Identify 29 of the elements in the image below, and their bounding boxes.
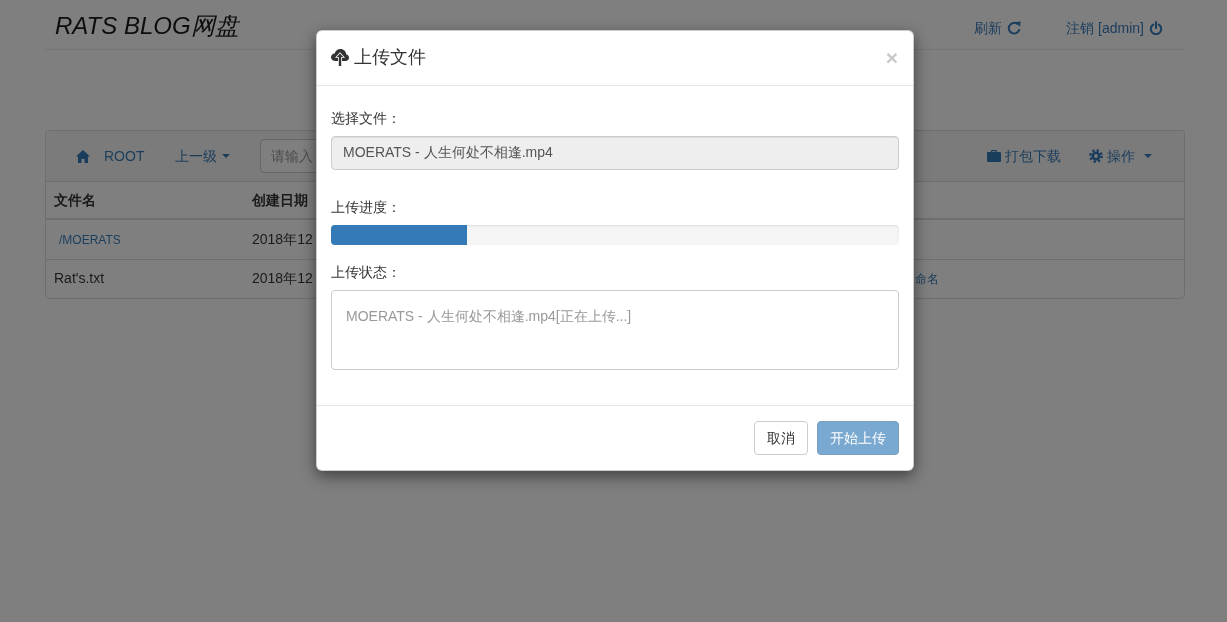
parent-folder-dropdown[interactable]: 上一级 bbox=[175, 146, 231, 166]
date-text: 2018年12 bbox=[252, 231, 313, 247]
field-label: 上传进度： bbox=[331, 198, 402, 217]
field-label: 选择文件： bbox=[331, 109, 402, 128]
cancel-button[interactable]: 取消 bbox=[754, 421, 808, 455]
folder-link[interactable]: /MOERATS bbox=[59, 233, 121, 247]
close-button[interactable]: × bbox=[885, 47, 898, 68]
column-header: 创建日期 bbox=[252, 192, 308, 208]
field-label: 上传状态： bbox=[331, 263, 402, 282]
file-name: Rat's.txt bbox=[54, 270, 105, 286]
actions-dropdown[interactable]: 操作 bbox=[1089, 146, 1152, 166]
status-field[interactable]: MOERATS - 人生何处不相逢.mp4[正在上传...] bbox=[331, 290, 899, 370]
date-text: 2018年12 bbox=[252, 270, 313, 286]
root-link[interactable]: ROOT bbox=[76, 146, 145, 166]
gear-icon bbox=[1089, 149, 1103, 163]
caret-icon bbox=[222, 154, 231, 158]
logout-link[interactable]: 注销 [admin] bbox=[1066, 18, 1163, 38]
power-icon bbox=[1149, 21, 1163, 35]
caret-icon bbox=[1144, 154, 1152, 158]
cloud-upload-icon bbox=[331, 49, 349, 66]
action-link[interactable]: 命名 bbox=[915, 272, 939, 286]
refresh-link[interactable]: 刷新 bbox=[974, 18, 1022, 38]
download-package-button[interactable]: 打包下载 bbox=[987, 146, 1061, 166]
dialog-title: 上传文件 bbox=[354, 46, 426, 69]
site-title: RATS BLOG网盘 bbox=[55, 11, 239, 41]
column-header: 文件名 bbox=[54, 192, 96, 208]
refresh-icon bbox=[1007, 21, 1022, 35]
home-icon bbox=[76, 149, 90, 163]
briefcase-icon bbox=[987, 150, 1001, 162]
